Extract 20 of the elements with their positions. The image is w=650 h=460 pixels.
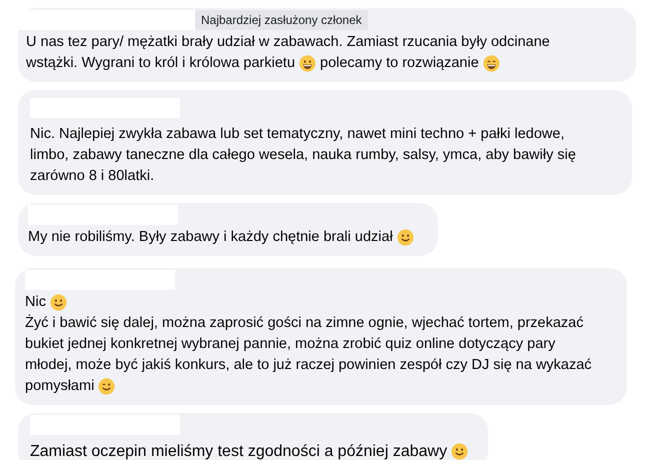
smile-emoji-icon bbox=[396, 229, 414, 246]
comment-text: Żyć i bawić się dalej, można zaprosić gości na zimne ognie, wjechać tortem, przekazać bbox=[25, 313, 584, 333]
beaming-emoji-icon bbox=[482, 55, 500, 72]
smile-emoji-icon bbox=[50, 294, 67, 311]
comment-text: polecamy to rozwiązanie bbox=[320, 54, 479, 73]
comment-text: zarówno 8 i 80latki. bbox=[30, 167, 154, 186]
comment-text: My nie robiliśmy. Były zabawy i każdy chętnie brali udział bbox=[28, 228, 393, 247]
comment-text: U nas tez pary/ mężatki brały udział w zabawach. Zamiast rzucania były odcinane bbox=[26, 33, 550, 52]
comment-text: bukiet jednej konkretnej wybranej pannie, można zrobić quiz online dotyczący pary bbox=[25, 335, 556, 354]
member-badge: Najbardziej zasłużony członek bbox=[195, 10, 368, 30]
comment-text: wstążki. Wygrani to król i królowa parkietu bbox=[26, 54, 296, 73]
wink-emoji-icon bbox=[98, 378, 116, 395]
comment-text: limbo, zabawy taneczne dla całego wesela, nauka rumby, salsy, ymca, aby bawiły się bbox=[30, 146, 576, 165]
comment-text: pomysłami bbox=[25, 377, 94, 396]
smile-emoji-icon bbox=[451, 443, 468, 460]
comment-text: młodej, może być jakiś konkurs, ale to już raczej powinien zespół czy DJ się na wykazać bbox=[25, 356, 592, 375]
comment-text: Zamiast oczepin mieliśmy test zgodności a później zabawy bbox=[30, 442, 448, 460]
grin-emoji-icon bbox=[299, 55, 316, 72]
comment-text: Nic bbox=[25, 293, 46, 312]
comment-text: Nic. Najlepiej zwykła zabawa lub set tematyczny, nawet mini techno + pałki ledowe, bbox=[30, 125, 564, 144]
